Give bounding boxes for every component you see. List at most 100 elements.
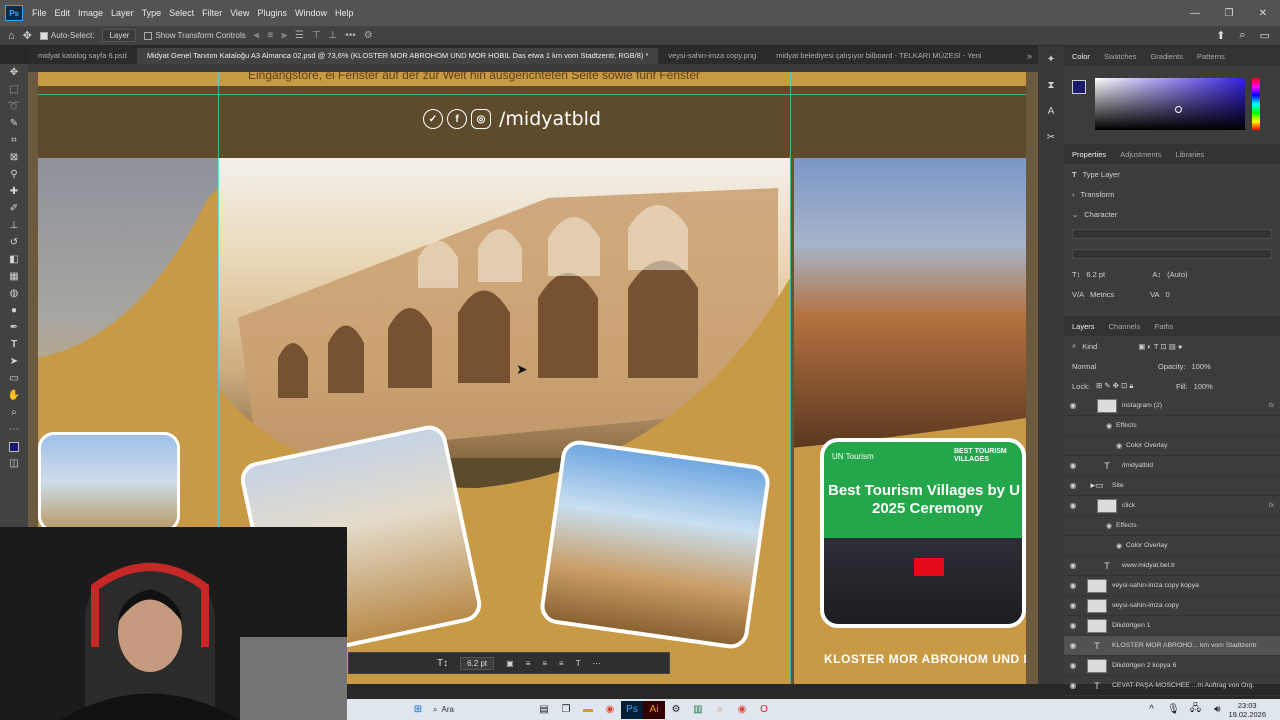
history-brush-icon[interactable]: ↺ [0, 234, 28, 251]
more-options-icon[interactable]: ••• [345, 30, 356, 41]
opacity-value[interactable]: 100% [1192, 362, 1211, 371]
transform-section[interactable]: › Transform [1064, 184, 1280, 204]
healing-brush-icon[interactable]: ✚ [0, 183, 28, 200]
text-warp-icon[interactable]: ▣ [506, 659, 514, 668]
workspace-icon[interactable]: ▭ [1260, 29, 1270, 42]
eyedropper-tool-icon[interactable]: ⚲ [0, 166, 28, 183]
widget-icon[interactable]: ▤ [533, 701, 555, 719]
menu-select[interactable]: Select [165, 8, 198, 18]
chrome-alt-icon[interactable]: ◉ [731, 701, 753, 719]
tabs-overflow-icon[interactable]: » [1027, 51, 1038, 61]
layer-row[interactable]: ◉ Dikdörtgen 1 [1064, 616, 1280, 636]
visibility-eye-icon[interactable]: ◉ [1064, 641, 1082, 650]
settings-gear-icon[interactable]: ⚙ [364, 30, 373, 41]
brush-tool-icon[interactable]: ✐ [0, 200, 28, 217]
blur-tool-icon[interactable]: ◍ [0, 285, 28, 302]
restore-icon[interactable]: ❐ [1212, 8, 1246, 19]
effect-eye-icon[interactable]: ◉ [1116, 442, 1122, 450]
tab-gradients[interactable]: Gradients [1150, 52, 1183, 61]
menu-help[interactable]: Help [331, 8, 358, 18]
font-style-row[interactable] [1064, 244, 1280, 264]
align-left-icon[interactable]: ⫷ [254, 30, 260, 41]
gradient-tool-icon[interactable]: ▦ [0, 268, 28, 285]
network-icon[interactable]: 🖧︎ [1184, 701, 1206, 719]
tab-layers[interactable]: Layers [1072, 322, 1095, 331]
fill-value[interactable]: 100% [1194, 382, 1213, 391]
visibility-eye-icon[interactable]: ◉ [1064, 401, 1082, 410]
tracking-value[interactable]: 0 [1166, 290, 1170, 299]
layer-row[interactable]: ◉ Effects [1064, 516, 1280, 536]
tab-properties[interactable]: Properties [1072, 150, 1106, 159]
menu-image[interactable]: Image [74, 8, 107, 18]
tab-patterns[interactable]: Patterns [1197, 52, 1225, 61]
file-explorer-icon[interactable]: ▬ [577, 701, 599, 719]
quick-select-tool-icon[interactable]: ✎ [0, 115, 28, 132]
layer-row[interactable]: ◉ Dikdörtgen 2 kopya 6 [1064, 656, 1280, 676]
tray-chevron-icon[interactable]: ^ [1140, 701, 1162, 719]
filter-icons[interactable]: ▣ ◐ T ⊡ ▤ ● [1138, 342, 1182, 351]
layer-row[interactable]: ◉ Twww.midyat.bel.tr [1064, 556, 1280, 576]
layer-row[interactable]: ◉ Color Overlay [1064, 536, 1280, 556]
visibility-eye-icon[interactable]: ◉ [1064, 621, 1082, 630]
tab-swatches[interactable]: Swatches [1104, 52, 1137, 61]
font-style-dropdown[interactable] [1072, 249, 1272, 259]
history-icon[interactable]: ⧗ [1038, 72, 1064, 98]
more-icon[interactable]: ⋯ [593, 659, 601, 668]
auto-select-checkbox[interactable]: Auto-Select: [39, 31, 94, 40]
system-clock[interactable]: 23:03 19.02.2026 [1228, 701, 1280, 719]
layer-row[interactable]: ◉ instagram (2) fx [1064, 396, 1280, 416]
discover-icon[interactable]: ✦ [1038, 46, 1064, 72]
illustrator-taskbar-icon[interactable]: Ai [643, 700, 665, 719]
menu-edit[interactable]: Edit [51, 8, 75, 18]
search-app-icon[interactable]: ⌕ [709, 701, 731, 719]
visibility-eye-icon[interactable]: ◉ [1064, 481, 1082, 490]
tab-paths[interactable]: Paths [1154, 322, 1173, 331]
align-center-icon[interactable]: ≡ [267, 30, 273, 41]
character-section[interactable]: ⌄ Character [1064, 204, 1280, 224]
tools-icon[interactable]: ✂ [1038, 124, 1064, 150]
filter-kind-dropdown[interactable]: Kind [1082, 342, 1132, 351]
tab-bilboard[interactable]: midyat belediyesi çalışıyor bilboard - T… [766, 48, 981, 64]
align-left-text-icon[interactable]: ≡ [526, 659, 531, 668]
align-middle-icon[interactable]: ⊥ [329, 30, 338, 41]
pen-tool-icon[interactable]: ✒ [0, 319, 28, 336]
more-tools-icon[interactable]: ⋯ [0, 421, 28, 438]
menu-type[interactable]: Type [138, 8, 166, 18]
lasso-tool-icon[interactable]: ➰ [0, 98, 28, 115]
layer-row[interactable]: ◉ ▸▭ Site [1064, 476, 1280, 496]
move-tool-icon[interactable]: ✥ [23, 29, 32, 42]
menu-view[interactable]: View [226, 8, 253, 18]
layer-row[interactable]: ◉ veysi-sahin-imza copy [1064, 596, 1280, 616]
effect-eye-icon[interactable]: ◉ [1116, 542, 1122, 550]
task-view-icon[interactable]: ❐ [555, 701, 577, 719]
font-family-row[interactable] [1064, 224, 1280, 244]
color-field[interactable] [1095, 78, 1245, 130]
layer-row[interactable]: ◉ veysi-sahin-imza copy kopya [1064, 576, 1280, 596]
crop-tool-icon[interactable]: ⌗ [0, 132, 28, 149]
effect-eye-icon[interactable]: ◉ [1106, 522, 1112, 530]
tab-active-document[interactable]: Midyat Genel Tanıtım Kataloğu A3 Almanca… [136, 48, 659, 64]
show-transform-checkbox[interactable]: Show Transform Controls [144, 31, 246, 40]
character-icon[interactable]: A [1038, 98, 1064, 124]
visibility-eye-icon[interactable]: ◉ [1064, 601, 1082, 610]
home-icon[interactable]: ⌂ [8, 30, 15, 42]
eraser-tool-icon[interactable]: ◧ [0, 251, 28, 268]
leading-value[interactable]: (Auto) [1167, 270, 1187, 279]
photoshop-taskbar-icon[interactable]: Ps [621, 700, 643, 719]
opera-icon[interactable]: O [753, 701, 775, 719]
kerning-value[interactable]: Metrics [1090, 290, 1144, 299]
chrome-icon[interactable]: ◉ [599, 701, 621, 719]
frame-tool-icon[interactable]: ⊠ [0, 149, 28, 166]
layer-row[interactable]: ◉ Effects [1064, 416, 1280, 436]
text-options-icon[interactable]: T [576, 659, 581, 668]
minimize-icon[interactable]: — [1178, 8, 1212, 19]
settings-icon[interactable]: ⚙ [665, 701, 687, 719]
layer-row[interactable]: ◉ T KLOSTER MOR ABROHO... km vom Stadtzent… [1064, 636, 1280, 656]
blend-mode-dropdown[interactable]: Normal [1072, 362, 1152, 371]
fx-icon[interactable]: fx [1269, 502, 1280, 509]
type-tool-icon[interactable]: T [0, 336, 28, 353]
shape-tool-icon[interactable]: ▭ [0, 370, 28, 387]
color-swatches-icon[interactable] [0, 438, 28, 455]
move-tool-icon[interactable]: ✥ [0, 64, 28, 81]
distribute-icon[interactable]: ☰ [295, 30, 304, 41]
